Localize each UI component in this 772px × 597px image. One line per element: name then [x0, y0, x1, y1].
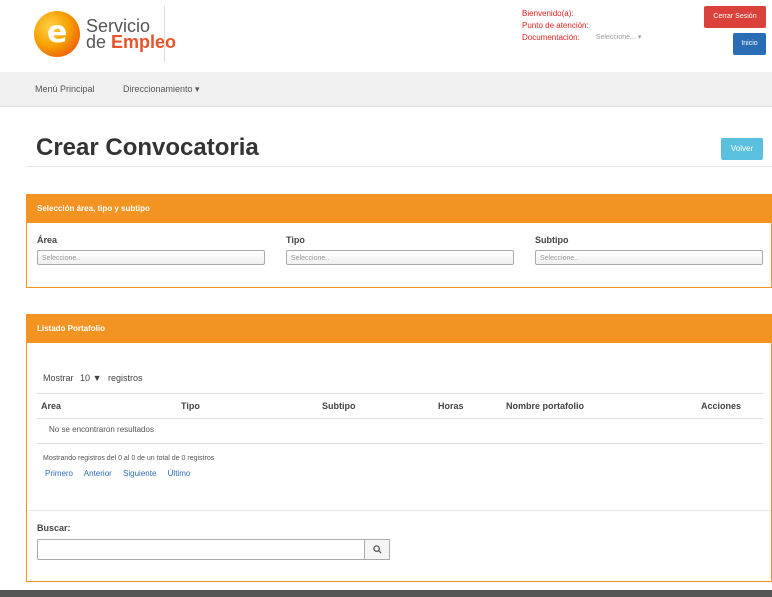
page-length-control: Mostrar 10 ▼ registros	[43, 373, 143, 383]
documentation-label: Documentación:	[522, 33, 580, 42]
nav-item-routing[interactable]: Direccionamiento ▾	[123, 84, 200, 95]
back-button[interactable]: Volver	[721, 138, 763, 160]
search-icon	[372, 545, 382, 554]
column-header-portfolio-name[interactable]: Nombre portafolio	[506, 401, 584, 411]
dropdown-arrow-icon: ▼	[92, 373, 102, 383]
subtype-field: Subtipo Seleccione..	[535, 235, 763, 265]
column-header-type[interactable]: Tipo	[181, 401, 200, 411]
logout-button[interactable]: Cerrar Sesión	[704, 6, 766, 28]
empty-table-message: No se encontraron resultados	[49, 425, 154, 434]
area-label: Área	[37, 235, 58, 245]
portfolio-panel-title: Listado Portafolio	[27, 315, 771, 343]
panel-divider	[27, 510, 771, 511]
search-label: Buscar:	[37, 523, 71, 533]
portfolio-panel: Listado Portafolio Mostrar 10 ▼ registro…	[26, 314, 772, 582]
brand-logo[interactable]: e Servicio de Empleo	[34, 11, 176, 57]
brand-name: Servicio de Empleo	[86, 16, 177, 52]
welcome-label: Bienvenido(a):	[522, 9, 574, 18]
search-input[interactable]	[37, 539, 365, 560]
column-header-area[interactable]: Area	[41, 401, 61, 411]
table-divider	[37, 443, 763, 444]
column-header-subtype[interactable]: Subtipo	[322, 401, 356, 411]
column-header-actions[interactable]: Acciones	[701, 401, 741, 411]
page-title: Crear Convocatoria	[36, 134, 259, 161]
subtype-label: Subtipo	[535, 235, 569, 245]
user-info: Bienvenido(a): Punto de atención: Docume…	[522, 8, 641, 44]
pager-last[interactable]: Último	[168, 469, 191, 478]
type-field: Tipo Seleccione..	[286, 235, 514, 265]
area-select[interactable]: Seleccione..	[37, 250, 265, 265]
attention-point-label: Punto de atención:	[522, 21, 589, 30]
pager-next[interactable]: Siguiente	[123, 469, 156, 478]
documentation-select[interactable]: Seleccione... ▾	[596, 32, 642, 44]
column-header-hours[interactable]: Horas	[438, 401, 464, 411]
type-select[interactable]: Seleccione..	[286, 250, 514, 265]
page-length-select[interactable]: 10 ▼	[80, 373, 101, 383]
table-info: Mostrando registros del 0 al 0 de un tot…	[43, 455, 215, 462]
selection-panel: Selección área, tipo y subtipo Área Sele…	[26, 194, 772, 288]
subtype-select[interactable]: Seleccione..	[535, 250, 763, 265]
area-field: Área Seleccione..	[37, 235, 265, 265]
nav-item-main-menu[interactable]: Menú Principal	[35, 84, 95, 94]
pager-first[interactable]: Primero	[45, 469, 73, 478]
bottom-bar	[0, 590, 772, 597]
type-label: Tipo	[286, 235, 305, 245]
logo-icon: e	[34, 11, 80, 57]
header: e Servicio de Empleo Bienvenido(a): Punt…	[0, 0, 772, 72]
table-header: Area Tipo Subtipo Horas Nombre portafoli…	[37, 393, 763, 419]
selection-panel-title: Selección área, tipo y subtipo	[27, 195, 771, 223]
pagination: Primero Anterior Siguiente Último	[45, 469, 199, 478]
pager-previous[interactable]: Anterior	[84, 469, 112, 478]
home-button[interactable]: Inicio	[733, 33, 766, 55]
search-button[interactable]	[364, 539, 390, 560]
main-nav: Menú Principal Direccionamiento ▾	[0, 72, 772, 107]
title-divider	[26, 166, 772, 167]
header-divider	[164, 6, 165, 62]
